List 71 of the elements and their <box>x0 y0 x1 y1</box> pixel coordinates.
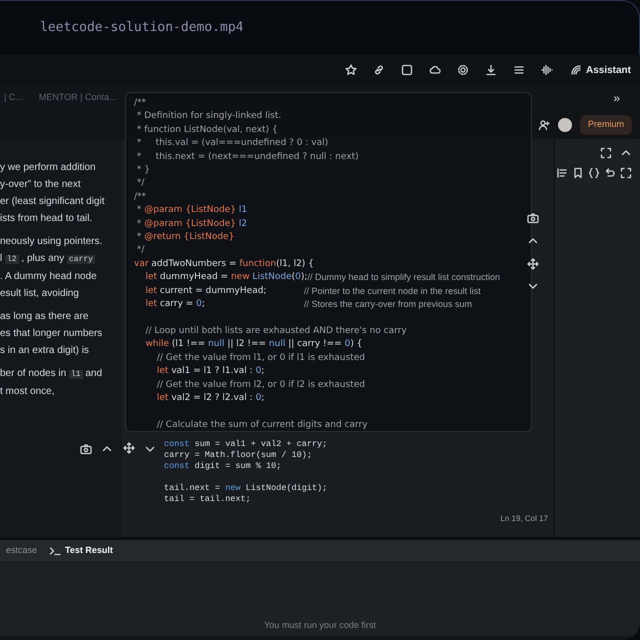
code-line: const sum = val1 + val2 + carry; <box>164 439 328 450</box>
add-user-icon[interactable] <box>538 119 550 131</box>
move-icon[interactable] <box>123 442 135 454</box>
bookmark-icon[interactable] <box>572 167 584 179</box>
camera-icon[interactable] <box>527 212 539 224</box>
description-text: y we perform addition <box>0 161 97 175</box>
assistant-button[interactable]: Assistant <box>568 62 632 78</box>
list-icon[interactable] <box>556 167 568 179</box>
code-line: * @param {ListNode} l1 <box>136 204 248 218</box>
description-text: s in an extra digit) is <box>0 344 90 358</box>
download-icon[interactable] <box>484 64 497 76</box>
description-text: t most once, <box>0 385 56 399</box>
cloud-icon[interactable] <box>428 64 441 76</box>
expand-icon[interactable] <box>620 167 632 179</box>
code-line: /** <box>134 190 148 204</box>
code-line: */ <box>136 177 146 190</box>
square-icon[interactable] <box>400 64 413 76</box>
link-icon[interactable] <box>372 64 385 76</box>
panel-tab[interactable]: estcase <box>0 544 44 558</box>
description-text: neously using pointers. <box>0 235 104 249</box>
move-icon[interactable] <box>527 258 539 270</box>
code-line: var addTwoNumbers = function(l1, l2) { <box>134 258 315 271</box>
code-line: */ <box>136 244 146 258</box>
code-line: * this.val = (val===undefined ? 0 : val) <box>136 137 330 150</box>
code-line: let val2 = l2 ? l2.val : 0; <box>156 392 266 405</box>
undo-icon[interactable] <box>604 167 616 179</box>
camera-icon[interactable] <box>80 443 92 455</box>
description-text: ber of nodes in l1 and <box>0 367 104 381</box>
description-text: y-over” to the next <box>0 178 82 192</box>
code-line: let carry = 0; // Stores the carry-over from previous sum <box>144 298 474 312</box>
code-line: /** <box>134 97 148 110</box>
code-line: let val1 = l1 ? l1.val : 0; <box>156 365 266 378</box>
code-line: * @return {ListNode} <box>136 231 236 244</box>
code-line: tail = tail.next; <box>164 494 251 505</box>
code-line: // Get the value from l2, or 0 if l2 is exhausted <box>156 378 366 392</box>
empty-result-message: You must run your code first <box>264 618 376 632</box>
description-text: ists from head to tail. <box>0 212 94 226</box>
code-line: * Definition for singly-linked list. <box>136 110 282 124</box>
description-text: as long as there are <box>0 310 90 324</box>
menu-icon[interactable] <box>512 64 525 76</box>
code-line: const digit = sum % 10; <box>164 461 282 472</box>
description-text: esult list, avoiding <box>0 287 80 301</box>
fullscreen-icon[interactable] <box>600 147 612 159</box>
code-line: // Get the value from l1, or 0 if l1 is exhausted <box>156 352 366 365</box>
star-icon[interactable] <box>344 64 357 76</box>
code-line: let dummyHead = new ListNode(0);// Dummy head to simplify result list construction <box>144 271 502 284</box>
description-text: es that longer numbers <box>0 327 104 341</box>
code-line: tail.next = new ListNode(digit); <box>164 483 328 494</box>
code-line: while (l1 !== null || l2 !== null || carry !== 0) { <box>144 338 364 352</box>
code-line: let current = dummyHead; // Pointer to the current node in the result list <box>144 284 482 298</box>
braces-icon[interactable] <box>588 167 600 179</box>
terminal-icon <box>49 544 62 556</box>
video-title: leetcode-solution-demo.mp4 <box>40 19 244 38</box>
description-text: er (least significant digit <box>0 195 106 209</box>
waveform-icon[interactable] <box>540 64 553 76</box>
code-line: * } <box>136 164 151 178</box>
avatar[interactable] <box>558 118 572 132</box>
panel-tab[interactable]: Test Result <box>43 544 119 558</box>
code-line: // Calculate the sum of current digits and carry <box>156 418 369 431</box>
code-line: * @param {ListNode} l2 <box>136 218 248 231</box>
code-line: * this.next = (next===undefined ? null : next) <box>136 150 360 164</box>
signal-icon <box>570 64 582 76</box>
code-line: * function ListNode(val, next) { <box>136 124 279 137</box>
premium-button[interactable]: Premium <box>580 115 632 135</box>
code-line: // Loop until both lists are exhausted AND there's no carry <box>144 324 408 338</box>
gear-icon[interactable] <box>456 64 469 76</box>
description-text: l l2 , plus any carry <box>0 252 96 266</box>
description-text: . A dummy head node <box>0 270 98 284</box>
more-bookmarks-button[interactable]: » <box>613 89 620 107</box>
cursor-position: Ln 19, Col 17 <box>499 513 549 525</box>
code-line: carry = Math.floor(sum / 10); <box>164 450 312 461</box>
